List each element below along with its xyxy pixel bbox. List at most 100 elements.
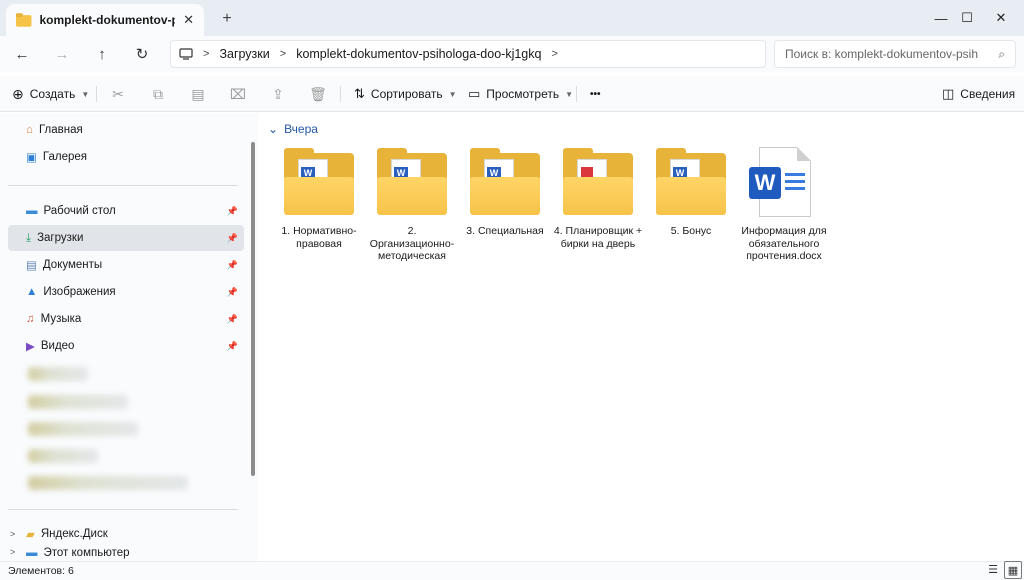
sidebar-item-music[interactable]: ♫ Музыка 📌 (8, 306, 244, 332)
file-name: 5. Бонус (670, 225, 712, 237)
create-button[interactable]: ⊕ Создать ▼ (12, 82, 89, 106)
divider (96, 86, 97, 102)
chevron-right-icon[interactable]: > (551, 48, 557, 60)
sidebar-item-this-pc[interactable]: > ▬ Этот компьютер (8, 547, 244, 561)
video-icon: ▶ (26, 341, 35, 353)
sidebar-item-video[interactable]: ▶ Видео 📌 (8, 333, 244, 359)
sidebar-item-label: Яндекс.Диск (40, 528, 108, 540)
blurred-pinned-item[interactable] (28, 476, 188, 490)
word-document-icon: W (747, 147, 821, 219)
sidebar-scrollbar[interactable] (251, 142, 255, 476)
pin-icon[interactable]: 📌 (227, 206, 238, 217)
tab-active[interactable]: komplekt-dokumentov-psihologa ✕ (6, 4, 204, 36)
sidebar-item-label: Рабочий стол (43, 205, 116, 217)
divider (340, 86, 341, 102)
sidebar-item-label: Загрузки (37, 232, 84, 244)
status-bar: Элементов: 6 (0, 561, 1024, 580)
chevron-right-icon: > (203, 48, 210, 60)
cut-icon[interactable]: ✂ (108, 84, 128, 104)
forward-button[interactable]: → (48, 42, 76, 66)
tiles-view-icon[interactable]: ▦ (1004, 561, 1022, 579)
pin-icon[interactable]: 📌 (227, 287, 238, 298)
folder-item[interactable]: W 5. Бонус (646, 147, 736, 238)
blurred-pinned-item[interactable] (28, 395, 128, 409)
sidebar-item-yandex-disk[interactable]: > ▰ Яндекс.Диск (8, 521, 244, 547)
plus-circle-icon: ⊕ (12, 85, 24, 102)
group-header-label: Вчера (284, 122, 318, 136)
refresh-button[interactable]: ↻ (128, 42, 156, 66)
copy-icon[interactable]: ⧉ (148, 84, 168, 104)
details-button[interactable]: ◫ Сведения (942, 82, 1015, 106)
new-tab-button[interactable]: + (216, 8, 238, 30)
blurred-pinned-item[interactable] (28, 422, 138, 436)
file-name: Информация для обязательного прочтения.d… (741, 225, 827, 262)
chevron-right-icon[interactable]: > (10, 529, 15, 539)
sidebar-item-downloads[interactable]: ⤓ Загрузки 📌 (8, 225, 244, 251)
sidebar-item-pictures[interactable]: ▲ Изображения 📌 (8, 279, 244, 305)
command-bar: ⊕ Создать ▼ ✂ ⧉ ▤ ⌧ ⇪ 🗑 ⇅ Сортировать ▼ … (0, 76, 1024, 112)
sidebar-item-label: Этот компьютер (43, 547, 130, 559)
tab-title: komplekt-dokumentov-psihologa (39, 13, 176, 27)
file-name: 4. Планировщик + бирки на дверь (553, 225, 643, 250)
sort-button[interactable]: ⇅ Сортировать ▼ (354, 82, 457, 106)
monitor-icon (179, 48, 193, 60)
search-input[interactable]: Поиск в: komplekt-dokumentov-psih ⌕ (774, 40, 1016, 68)
sidebar-item-desktop[interactable]: ▬ Рабочий стол 📌 (8, 198, 244, 224)
share-icon[interactable]: ⇪ (268, 84, 288, 104)
breadcrumb-current-folder[interactable]: komplekt-dokumentov-psihologa-doo-kj1gkq (296, 47, 541, 61)
rename-icon[interactable]: ⌧ (228, 84, 248, 104)
divider (8, 509, 238, 510)
view-button[interactable]: ▭ Просмотреть ▼ (468, 82, 573, 106)
chevron-right-icon: > (279, 48, 287, 60)
tab-close-icon[interactable]: ✕ (183, 12, 194, 28)
chevron-down-icon: ⌄ (268, 122, 279, 136)
folder-item[interactable]: W 2. Организационно-методическая (367, 147, 457, 263)
blurred-pinned-item[interactable] (28, 367, 88, 381)
more-options-button[interactable]: ••• (590, 82, 601, 106)
group-header[interactable]: ⌄ Вчера (268, 122, 318, 136)
sidebar-item-label: Видео (40, 340, 75, 352)
pdf-icon (581, 167, 593, 177)
back-button[interactable]: ← (8, 42, 36, 66)
chevron-right-icon[interactable]: > (10, 547, 15, 557)
pin-icon[interactable]: 📌 (227, 233, 238, 244)
yandex-disk-icon: ▰ (26, 529, 35, 541)
up-button[interactable]: ↑ (88, 42, 116, 66)
chevron-down-icon: ▼ (448, 89, 457, 99)
pin-icon[interactable]: 📌 (227, 260, 238, 271)
address-bar[interactable]: > Загрузки > komplekt-dokumentov-psiholo… (170, 40, 766, 68)
download-icon: ⤓ (26, 231, 32, 244)
details-label: Сведения (960, 87, 1016, 101)
close-window-button[interactable]: ✕ (978, 0, 1024, 36)
sort-icon: ⇅ (354, 86, 365, 101)
file-name: 2. Организационно-методическая (369, 225, 455, 262)
file-name: 1. Нормативно-правовая (281, 225, 357, 250)
docx-file-item[interactable]: W Информация для обязательного прочтения… (739, 147, 829, 263)
pictures-icon: ▲ (26, 286, 38, 298)
arrow-up-icon: ↑ (98, 45, 106, 63)
blurred-pinned-item[interactable] (28, 449, 98, 463)
sidebar-item-label: Изображения (43, 286, 116, 298)
search-placeholder: Поиск в: komplekt-dokumentov-psih (785, 47, 979, 61)
paste-icon[interactable]: ▤ (188, 84, 208, 104)
sidebar-item-label: Галерея (42, 151, 87, 163)
search-icon: ⌕ (998, 46, 1005, 61)
folder-item[interactable]: W 3. Специальная (460, 147, 550, 238)
pin-icon[interactable]: 📌 (227, 341, 238, 352)
folder-icon: W (654, 147, 728, 219)
word-icon: W (749, 167, 781, 199)
navigation-bar: ← → ↑ ↻ > Загрузки > komplekt-dokumentov… (0, 36, 1024, 72)
home-icon: ⌂ (26, 124, 33, 136)
sidebar-item-home[interactable]: ⌂ Главная (8, 117, 244, 143)
arrow-left-icon: ← (14, 45, 30, 63)
sidebar-item-documents[interactable]: ▤ Документы 📌 (8, 252, 244, 278)
details-view-icon[interactable]: ☰ (984, 561, 1002, 579)
delete-icon[interactable]: 🗑 (308, 84, 328, 104)
desktop-icon: ▬ (26, 205, 38, 217)
breadcrumb-downloads[interactable]: Загрузки (219, 47, 269, 61)
pin-icon[interactable]: 📌 (227, 314, 238, 325)
folder-icon: W (375, 147, 449, 219)
sidebar-item-gallery[interactable]: ▣ Галерея (8, 144, 244, 170)
folder-item[interactable]: W 1. Нормативно-правовая (274, 147, 364, 250)
folder-item[interactable]: 4. Планировщик + бирки на дверь (553, 147, 643, 250)
